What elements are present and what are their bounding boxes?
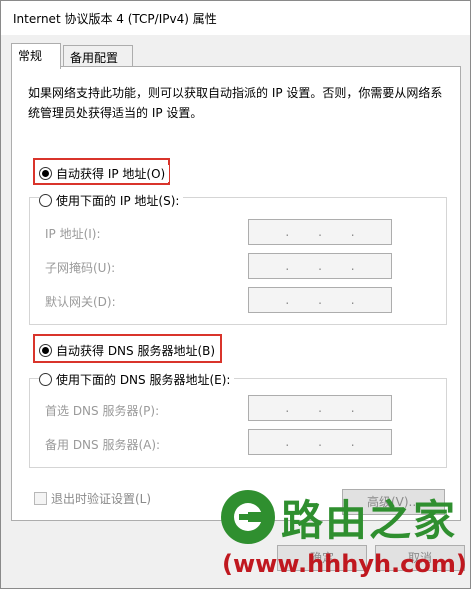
ip-dot: .	[350, 225, 355, 239]
preferred-dns-field[interactable]: . . .	[248, 395, 392, 421]
ip-dot: .	[285, 401, 290, 415]
dns-auto-radio-button[interactable]	[39, 344, 52, 357]
validate-settings-label: 退出时验证设置(L)	[51, 492, 152, 506]
watermark-logo: 路由之家	[219, 487, 471, 547]
ip-auto-radio[interactable]: 自动获得 IP 地址(O)	[39, 165, 170, 182]
dns-auto-radio-label: 自动获得 DNS 服务器地址(B)	[56, 344, 216, 358]
router-home-logo-icon	[221, 490, 275, 544]
default-gateway-label: 默认网关(D):	[45, 295, 116, 309]
subnet-mask-field[interactable]: . . .	[248, 253, 392, 279]
dns-manual-radio-label: 使用下面的 DNS 服务器地址(E):	[56, 373, 231, 387]
ip-address-field[interactable]: . . .	[248, 219, 392, 245]
ip-dot: .	[350, 435, 355, 449]
ip-auto-radio-button[interactable]	[39, 167, 52, 180]
title-bar: Internet 协议版本 4 (TCP/IPv4) 属性	[1, 1, 470, 35]
ip-dot: .	[285, 435, 290, 449]
preferred-dns-label: 首选 DNS 服务器(P):	[45, 404, 160, 418]
watermark-brand: 路由之家	[281, 495, 458, 545]
subnet-mask-label: 子网掩码(U):	[45, 261, 116, 275]
ip-address-label: IP 地址(I):	[45, 227, 101, 241]
dns-manual-radio-button[interactable]	[39, 373, 52, 386]
tab-general[interactable]: 常规	[11, 43, 61, 69]
description-text: 如果网络支持此功能，则可以获取自动指派的 IP 设置。否则，你需要从网络系统管理…	[28, 86, 443, 120]
ip-dot: .	[285, 259, 290, 273]
alternate-dns-label: 备用 DNS 服务器(A):	[45, 438, 161, 452]
ip-dot: .	[285, 293, 290, 307]
dns-auto-radio[interactable]: 自动获得 DNS 服务器地址(B)	[39, 342, 220, 359]
ip-auto-radio-label: 自动获得 IP 地址(O)	[56, 167, 166, 181]
general-tab-panel: 如果网络支持此功能，则可以获取自动指派的 IP 设置。否则，你需要从网络系统管理…	[11, 66, 461, 521]
ip-dot: .	[318, 293, 322, 307]
ip-dot: .	[350, 259, 355, 273]
ip-dot: .	[285, 225, 290, 239]
ip-dot: .	[318, 401, 322, 415]
ip-dot: .	[318, 435, 322, 449]
alternate-dns-field[interactable]: . . .	[248, 429, 392, 455]
default-gateway-field[interactable]: . . .	[248, 287, 392, 313]
dns-manual-radio[interactable]: 使用下面的 DNS 服务器地址(E):	[39, 371, 235, 388]
ip-dot: .	[318, 259, 322, 273]
validate-settings-checkbox[interactable]: 退出时验证设置(L)	[34, 490, 151, 507]
tab-alternate-configuration[interactable]: 备用配置	[63, 45, 133, 67]
validate-settings-checkbox-box[interactable]	[34, 492, 47, 505]
watermark-url: (www.hhhyh.com)	[222, 550, 467, 578]
ip-dot: .	[318, 225, 322, 239]
ip-manual-radio[interactable]: 使用下面的 IP 地址(S):	[39, 192, 184, 209]
window-title: Internet 协议版本 4 (TCP/IPv4) 属性	[13, 12, 217, 26]
ip-dot: .	[350, 401, 355, 415]
ip-dot: .	[350, 293, 355, 307]
ip-manual-radio-label: 使用下面的 IP 地址(S):	[56, 194, 180, 208]
ip-manual-radio-button[interactable]	[39, 194, 52, 207]
